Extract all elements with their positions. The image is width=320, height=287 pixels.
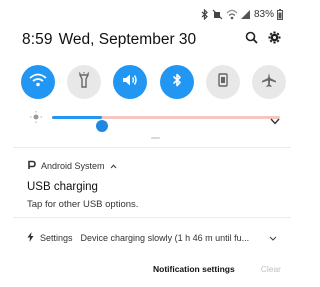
- divider: [13, 217, 291, 218]
- app-name: Settings: [40, 233, 73, 243]
- brightness-icon: [30, 110, 42, 128]
- bolt-icon: [27, 232, 34, 244]
- notification-text: Tap for other USB options.: [27, 199, 139, 210]
- status-bar: 83%: [201, 7, 283, 21]
- brightness-thumb[interactable]: [96, 120, 109, 132]
- clock[interactable]: 8:59: [22, 31, 53, 49]
- brightness-track[interactable]: [52, 116, 280, 132]
- qs-header: 8:59 Wed, September 30: [22, 31, 281, 49]
- silent-icon: [212, 9, 223, 20]
- chevron-up-icon[interactable]: [110, 161, 117, 171]
- flashlight-icon: [78, 71, 90, 93]
- wifi-toggle[interactable]: [21, 65, 55, 99]
- notification-title: USB charging: [27, 181, 98, 193]
- drag-handle[interactable]: [151, 137, 160, 139]
- notification-settings-charging[interactable]: Settings Device charging slowly (1 h 46 …: [27, 232, 277, 244]
- notification-text: Device charging slowly (1 h 46 m until f…: [80, 233, 250, 243]
- gear-icon[interactable]: [268, 31, 281, 49]
- sound-toggle[interactable]: [113, 65, 148, 99]
- portrait-icon: [218, 72, 228, 92]
- flashlight-toggle[interactable]: [67, 65, 102, 99]
- notification-usb[interactable]: Android System USB charging Tap for othe…: [13, 148, 291, 210]
- chevron-down-icon[interactable]: [265, 233, 277, 243]
- notification-footer: Notification settings Clear: [153, 264, 281, 274]
- app-name: Android System: [41, 161, 105, 171]
- date[interactable]: Wed, September 30: [59, 31, 197, 49]
- wifi-icon: [29, 73, 47, 92]
- bluetooth-icon: [201, 8, 209, 20]
- quick-settings-row: [21, 65, 286, 101]
- signal-icon: [240, 9, 251, 20]
- notification-header: Android System: [27, 160, 291, 172]
- clear-button[interactable]: Clear: [261, 264, 281, 274]
- wifi-icon: [226, 9, 238, 20]
- battery-icon: [277, 8, 283, 20]
- volume-icon: [122, 73, 138, 92]
- airplane-toggle[interactable]: [251, 65, 286, 99]
- search-icon[interactable]: [245, 31, 258, 49]
- airplane-icon: [261, 72, 277, 93]
- brightness-slider[interactable]: [30, 107, 286, 132]
- chevron-down-icon[interactable]: [270, 112, 280, 130]
- battery-percent: 83%: [253, 8, 274, 20]
- bluetooth-icon: [172, 72, 182, 93]
- brightness-fill: [52, 116, 103, 119]
- android-icon: [27, 160, 36, 172]
- portrait-toggle[interactable]: [205, 65, 240, 99]
- bluetooth-toggle[interactable]: [159, 65, 194, 99]
- notification-settings-button[interactable]: Notification settings: [153, 264, 235, 274]
- notification-panel: Android System USB charging Tap for othe…: [13, 147, 291, 287]
